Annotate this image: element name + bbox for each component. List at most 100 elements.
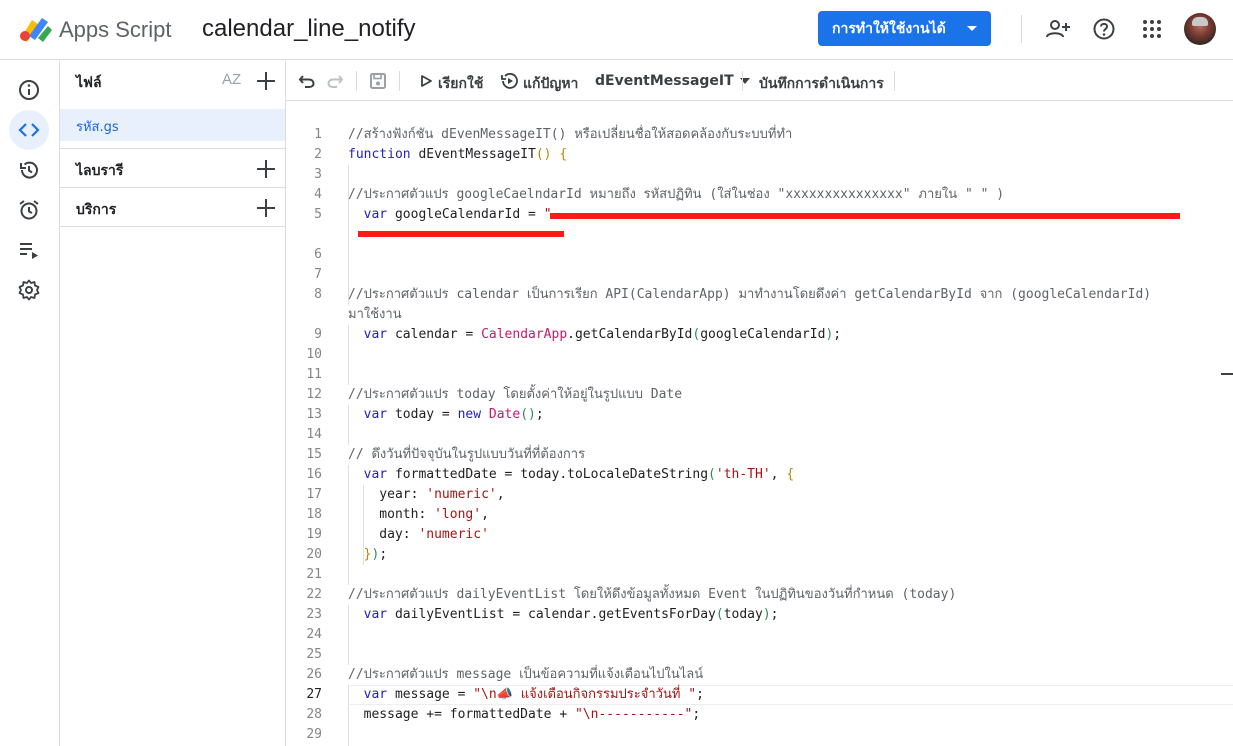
- line-number: 27: [306, 687, 322, 702]
- code-line: 7: [286, 265, 1233, 285]
- toolbar-divider: [399, 71, 400, 91]
- debug-icon[interactable]: [500, 71, 520, 91]
- code-identifier: calendar =: [387, 327, 482, 342]
- code-identifier: googleCalendarId =: [387, 207, 544, 222]
- settings-gear-icon[interactable]: [9, 270, 49, 310]
- brand-name[interactable]: Apps Script: [59, 17, 172, 43]
- code-line: 13 var today = new Date();: [286, 405, 1233, 425]
- function-select[interactable]: dEventMessageIT: [595, 73, 750, 89]
- code-property: month:: [348, 507, 435, 522]
- help-icon[interactable]: [1091, 16, 1117, 42]
- editor-code-icon[interactable]: [9, 110, 49, 150]
- code-text: var dailyEventList = calendar.getEventsF…: [348, 605, 779, 625]
- left-nav-rail: [0, 61, 60, 746]
- run-play-icon[interactable]: [416, 71, 436, 91]
- redaction-mark: [358, 231, 564, 237]
- line-number: 25: [306, 647, 322, 662]
- toolbar-divider: [894, 71, 895, 91]
- header-divider: [1021, 15, 1022, 43]
- code-line: 11: [286, 365, 1233, 385]
- code-keyword: function: [348, 147, 411, 162]
- avatar[interactable]: [1184, 13, 1216, 45]
- code-text: var googleCalendarId = ": [348, 205, 552, 225]
- add-file-plus-icon[interactable]: [256, 71, 276, 91]
- section-libraries[interactable]: ไลบรารี: [60, 148, 285, 186]
- code-brace: {: [786, 467, 795, 482]
- line-number: 23: [306, 607, 322, 622]
- line-number: 28: [306, 707, 322, 722]
- execution-log-button[interactable]: บันทึกการดำเนินการ: [759, 73, 884, 95]
- line-number: 12: [306, 387, 322, 402]
- code-line: 21: [286, 565, 1233, 585]
- section-label: ไลบรารี: [76, 163, 124, 179]
- code-line: 28 message += formattedDate + "\n-------…: [286, 705, 1233, 725]
- code-text: var formattedDate = today.toLocaleDateSt…: [348, 465, 795, 485]
- line-number: 4: [314, 187, 322, 202]
- code-comment: //สร้างฟังก์ชัน dEvenMessageIT() หรือเปล…: [348, 127, 793, 142]
- history-icon[interactable]: [9, 150, 49, 190]
- code-keyword: var: [348, 607, 388, 622]
- file-item-selected[interactable]: รหัส.gs: [60, 109, 285, 141]
- line-number: 3: [314, 167, 322, 182]
- project-title[interactable]: calendar_line_notify: [202, 15, 415, 43]
- line-number: 5: [314, 207, 322, 222]
- overview-icon[interactable]: [9, 70, 49, 110]
- code-editor[interactable]: 1 //สร้างฟังก์ชัน dEvenMessageIT() หรือเ…: [286, 101, 1233, 746]
- code-string: 'numeric': [426, 487, 497, 502]
- deploy-button[interactable]: การทำให้ใช้งานได้: [818, 11, 991, 46]
- editor-toolbar: เรียกใช้ แก้ปัญหา dEventMessageIT บันทึก…: [286, 61, 1233, 101]
- save-icon[interactable]: [368, 71, 388, 91]
- sort-az-icon[interactable]: AZ: [222, 71, 241, 88]
- line-number: 1: [314, 127, 322, 142]
- redo-icon[interactable]: [325, 71, 345, 91]
- code-text: function dEventMessageIT() {: [348, 145, 567, 165]
- line-number: 10: [306, 347, 322, 362]
- line-number: 8: [314, 287, 322, 302]
- code-text: var message = "\n📣 แจ้งเตือนกิจกรรมประจำ…: [348, 685, 704, 705]
- code-comment: // ดึงวันที่ปัจจุบันในรูปแบบวันที่ที่ต้อ…: [348, 447, 586, 462]
- apps-grid-icon[interactable]: [1139, 16, 1165, 42]
- debug-button[interactable]: แก้ปัญหา: [523, 73, 578, 95]
- executions-icon[interactable]: [9, 230, 49, 270]
- code-line-current: 27 var message = "\n📣 แจ้งเตือนกิจกรรมปร…: [286, 685, 1233, 705]
- code-text: day: 'numeric': [348, 525, 489, 545]
- file-name: รหัส.gs: [76, 120, 119, 135]
- line-number: 6: [314, 247, 322, 262]
- code-property: year:: [348, 487, 427, 502]
- line-number: 26: [306, 667, 322, 682]
- add-library-plus-icon[interactable]: [256, 159, 276, 179]
- code-line: 3: [286, 165, 1233, 185]
- code-identifier: dEventMessageIT: [410, 147, 536, 162]
- add-service-plus-icon[interactable]: [256, 198, 276, 218]
- triggers-alarm-icon[interactable]: [9, 190, 49, 230]
- code-string: 'numeric': [418, 527, 489, 542]
- code-bracket: (): [520, 407, 536, 422]
- code-bracket: (: [708, 467, 716, 482]
- code-semicolon: ;: [535, 407, 544, 422]
- code-semicolon: ;: [833, 327, 842, 342]
- run-button[interactable]: เรียกใช้: [438, 73, 483, 95]
- apps-script-logo-icon[interactable]: [18, 14, 54, 44]
- deploy-button-label: การทำให้ใช้งานได้: [832, 20, 946, 37]
- section-services[interactable]: บริการ: [60, 187, 285, 225]
- code-identifier: message += formattedDate +: [348, 707, 575, 722]
- share-icon[interactable]: [1045, 16, 1071, 42]
- line-number: 19: [306, 527, 322, 542]
- line-number: 29: [306, 727, 322, 742]
- line-number: 13: [306, 407, 322, 422]
- undo-icon[interactable]: [297, 71, 317, 91]
- section-divider: [60, 226, 285, 227]
- code-line: 12 //ประกาศตัวแปร today โดยตั้งค่าให้อยู…: [286, 385, 1233, 405]
- code-line: 1 //สร้างฟังก์ชัน dEvenMessageIT() หรือเ…: [286, 125, 1233, 145]
- code-semicolon: ;: [770, 607, 779, 622]
- code-line: 23 var dailyEventList = calendar.getEven…: [286, 605, 1233, 625]
- code-identifier: today =: [387, 407, 458, 422]
- code-text: });: [348, 545, 387, 565]
- code-keyword: new: [457, 407, 482, 422]
- code-line: 9 var calendar = CalendarApp.getCalendar…: [286, 325, 1233, 345]
- code-text: var calendar = CalendarApp.getCalendarBy…: [348, 325, 841, 345]
- code-comma: ,: [770, 467, 787, 482]
- code-bracket: (): [535, 147, 552, 162]
